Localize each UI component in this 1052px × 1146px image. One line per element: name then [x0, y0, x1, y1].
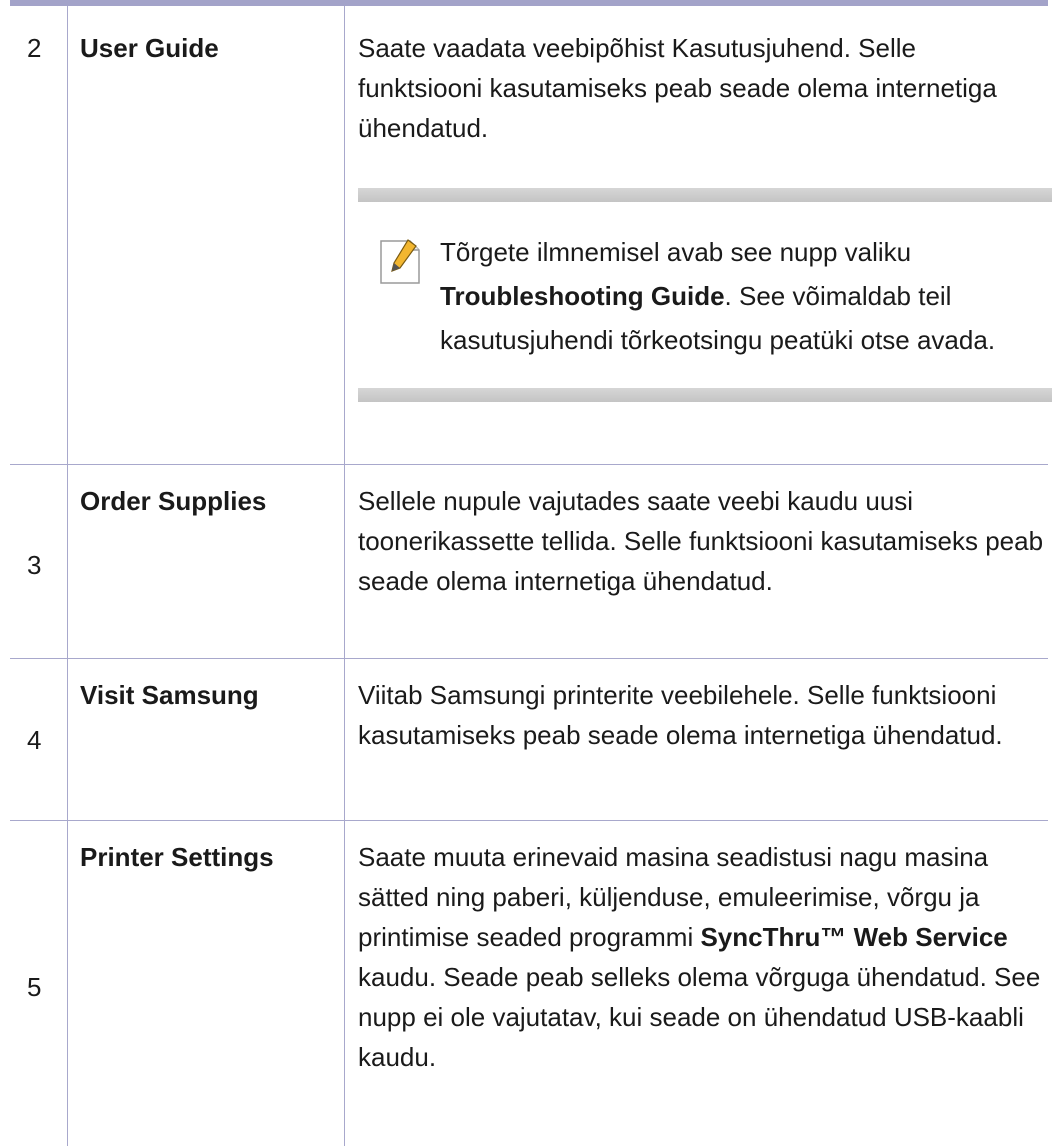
row-feature-name: Visit Samsung [68, 659, 345, 821]
note-text: Tõrgete ilmnemisel avab see nupp valiku … [440, 230, 1050, 362]
table-row-printer-settings: 5 Printer Settings Saate muuta erinevaid… [10, 821, 1048, 1146]
row-feature-name: User Guide [68, 6, 345, 465]
row-feature-name: Order Supplies [68, 465, 345, 659]
table-row-visit-samsung: 4 Visit Samsung Viitab Samsungi printeri… [10, 659, 1048, 821]
note-box: Tõrgete ilmnemisel avab see nupp valiku … [358, 188, 1052, 402]
row-number: 3 [10, 465, 68, 659]
row-feature-name: Printer Settings [68, 821, 345, 1146]
table-row-order-supplies: 3 Order Supplies Sellele nupule vajutade… [10, 465, 1048, 659]
note-body: Tõrgete ilmnemisel avab see nupp valiku … [358, 202, 1052, 388]
feature-table: 2 User Guide Saate vaadata veebipõhist K… [10, 6, 1048, 1146]
note-bottom-bar [358, 388, 1052, 402]
row-description: Saate muuta erinevaid masina seadistusi … [345, 821, 1049, 1146]
table-row-user-guide: 2 User Guide Saate vaadata veebipõhist K… [10, 6, 1048, 465]
row-description: Viitab Samsungi printerite veebilehele. … [345, 659, 1049, 821]
row-number: 2 [10, 6, 68, 465]
note-top-bar [358, 188, 1052, 202]
row-description: Saate vaadata veebipõhist Kasutusjuhend.… [345, 6, 1049, 465]
row-number: 4 [10, 659, 68, 821]
row-description: Sellele nupule vajutades saate veebi kau… [345, 465, 1049, 659]
note-pencil-icon [378, 238, 422, 286]
description-text: Saate vaadata veebipõhist Kasutusjuhend.… [358, 28, 1028, 148]
document-page: 2 User Guide Saate vaadata veebipõhist K… [10, 0, 1048, 1096]
row-number: 5 [10, 821, 68, 1146]
